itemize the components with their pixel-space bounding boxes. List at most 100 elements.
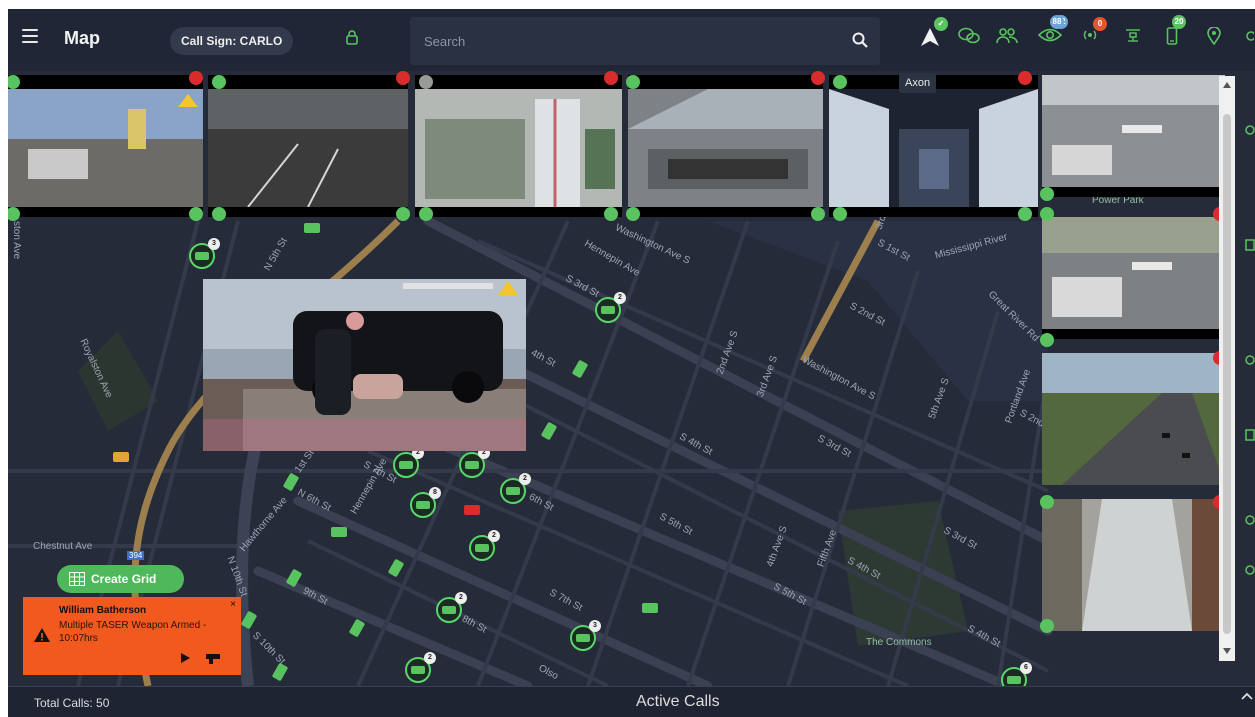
tile-lock-icon[interactable] bbox=[1040, 187, 1054, 201]
unit-chip[interactable] bbox=[113, 452, 129, 462]
unit-marker[interactable]: 2 bbox=[436, 592, 467, 623]
unit-marker[interactable]: 8 bbox=[410, 487, 441, 518]
taser-icon[interactable] bbox=[205, 652, 223, 664]
device-badge: 20 bbox=[1172, 15, 1186, 29]
search-icon[interactable] bbox=[852, 32, 868, 53]
settings-icon[interactable] bbox=[1242, 27, 1255, 50]
highway-shield: 394 bbox=[127, 551, 145, 560]
tile-lock-icon[interactable] bbox=[1040, 333, 1054, 347]
unit-marker[interactable]: 2 bbox=[500, 473, 531, 504]
marker-count: 6 bbox=[1020, 662, 1032, 674]
camera-tile[interactable] bbox=[628, 75, 823, 217]
camera-image bbox=[8, 89, 203, 207]
lock-icon[interactable] bbox=[345, 29, 359, 50]
camera-image bbox=[628, 89, 823, 207]
tile-menu-icon[interactable] bbox=[626, 75, 640, 89]
camera-tile[interactable] bbox=[829, 75, 1038, 217]
scroll-up-icon[interactable] bbox=[1223, 82, 1231, 88]
unit-marker[interactable]: 2 bbox=[469, 530, 500, 561]
alert-close-icon[interactable]: × bbox=[230, 599, 236, 610]
unit-marker[interactable]: 3 bbox=[189, 238, 220, 269]
create-grid-button[interactable]: Create Grid bbox=[57, 565, 184, 593]
scroll-down-icon[interactable] bbox=[1223, 648, 1231, 654]
unit-chip[interactable] bbox=[331, 527, 347, 537]
unit-marker[interactable]: 2 bbox=[405, 652, 436, 683]
marker-count: 3 bbox=[589, 620, 601, 632]
bottom-bar[interactable]: Total Calls: 50 Active Calls bbox=[8, 686, 1255, 717]
marker-count: 2 bbox=[519, 473, 531, 485]
device-icon[interactable]: 20 bbox=[1166, 15, 1186, 50]
tile-refresh-icon[interactable] bbox=[1018, 207, 1032, 221]
camera-image bbox=[1042, 217, 1225, 329]
location-pin-icon[interactable] bbox=[1207, 26, 1221, 50]
camera-tile[interactable] bbox=[415, 75, 622, 217]
tile-lock-icon[interactable] bbox=[626, 207, 640, 221]
tile-refresh-icon[interactable] bbox=[396, 207, 410, 221]
active-calls-title[interactable]: Active Calls bbox=[636, 693, 720, 711]
tile-lock-icon[interactable] bbox=[212, 207, 226, 221]
unit-marker[interactable]: 2 bbox=[459, 447, 490, 478]
tile-menu-icon[interactable] bbox=[212, 75, 226, 89]
tile-menu-icon[interactable] bbox=[833, 75, 847, 89]
app-root: Map Call Sign: CARLO ✓ 12 88 bbox=[0, 0, 1255, 717]
chat-icon[interactable] bbox=[958, 27, 980, 50]
tile-lock-icon[interactable] bbox=[1040, 619, 1054, 633]
tile-menu-icon[interactable] bbox=[1040, 495, 1054, 509]
drone-icon[interactable] bbox=[1124, 27, 1142, 48]
street-label: ston Ave bbox=[11, 221, 22, 260]
unit-chip[interactable] bbox=[642, 603, 658, 613]
park-label: The Commons bbox=[866, 637, 932, 648]
chevron-up-icon[interactable] bbox=[1241, 692, 1253, 700]
right-tool-strip bbox=[1238, 90, 1255, 650]
search-box bbox=[410, 17, 880, 65]
camera-tile[interactable] bbox=[1042, 353, 1225, 485]
scrollbar-thumb[interactable] bbox=[1223, 114, 1231, 634]
marker-count: 2 bbox=[455, 592, 467, 604]
camera-tile[interactable] bbox=[1042, 75, 1225, 197]
camera-image bbox=[1042, 353, 1225, 485]
camera-tile[interactable] bbox=[8, 75, 203, 217]
marker-count: 2 bbox=[424, 652, 436, 664]
search-input[interactable] bbox=[410, 17, 880, 65]
unit-marker[interactable]: 2 bbox=[393, 447, 424, 478]
tile-close-icon[interactable] bbox=[189, 71, 203, 85]
call-sign-badge[interactable]: Call Sign: CARLO bbox=[170, 27, 294, 55]
tile-close-icon[interactable] bbox=[1018, 71, 1032, 85]
play-icon[interactable] bbox=[180, 653, 190, 663]
camera-tile[interactable] bbox=[208, 75, 408, 217]
warning-icon bbox=[34, 628, 50, 642]
radio-icon[interactable]: 0 bbox=[1081, 17, 1107, 48]
tile-close-icon[interactable] bbox=[604, 71, 618, 85]
tile-menu-icon[interactable] bbox=[1040, 207, 1054, 221]
tile-lock-icon[interactable] bbox=[833, 207, 847, 221]
unit-marker[interactable]: 6 bbox=[1001, 662, 1032, 686]
map-view[interactable]: Washington Ave S Hennepin Ave Hennepin A… bbox=[8, 71, 1255, 686]
tile-refresh-icon[interactable] bbox=[811, 207, 825, 221]
camera-tile[interactable] bbox=[1042, 217, 1225, 339]
hamburger-menu-icon[interactable] bbox=[22, 29, 38, 43]
eye-icon[interactable]: 12 bbox=[1037, 15, 1068, 48]
unit-marker[interactable]: 3 bbox=[570, 620, 601, 651]
marker-count: 2 bbox=[488, 530, 500, 542]
radio-badge: 0 bbox=[1093, 17, 1107, 31]
tile-lock-icon[interactable] bbox=[419, 207, 433, 221]
alert-card[interactable]: × William Batherson Multiple TASER Weapo… bbox=[23, 597, 241, 675]
unit-chip[interactable] bbox=[304, 223, 320, 233]
camera-image bbox=[415, 89, 622, 207]
tile-menu-icon[interactable] bbox=[419, 75, 433, 89]
bodycam-feed[interactable] bbox=[203, 279, 526, 451]
tile-refresh-icon[interactable] bbox=[189, 207, 203, 221]
tile-refresh-icon[interactable] bbox=[604, 207, 618, 221]
marker-count: 2 bbox=[614, 292, 626, 304]
axon-logo-icon[interactable]: ✓ bbox=[920, 17, 948, 52]
page-title: Map bbox=[64, 28, 100, 48]
camera-list-scrollbar[interactable] bbox=[1219, 76, 1235, 661]
unit-marker[interactable]: 2 bbox=[595, 292, 626, 323]
camera-image bbox=[829, 89, 1038, 207]
camera-tile[interactable] bbox=[1042, 499, 1225, 631]
camera-image bbox=[208, 89, 408, 207]
users-icon[interactable] bbox=[996, 27, 1018, 50]
tile-close-icon[interactable] bbox=[396, 71, 410, 85]
alert-unit-chip[interactable] bbox=[464, 505, 480, 515]
tile-close-icon[interactable] bbox=[811, 71, 825, 85]
